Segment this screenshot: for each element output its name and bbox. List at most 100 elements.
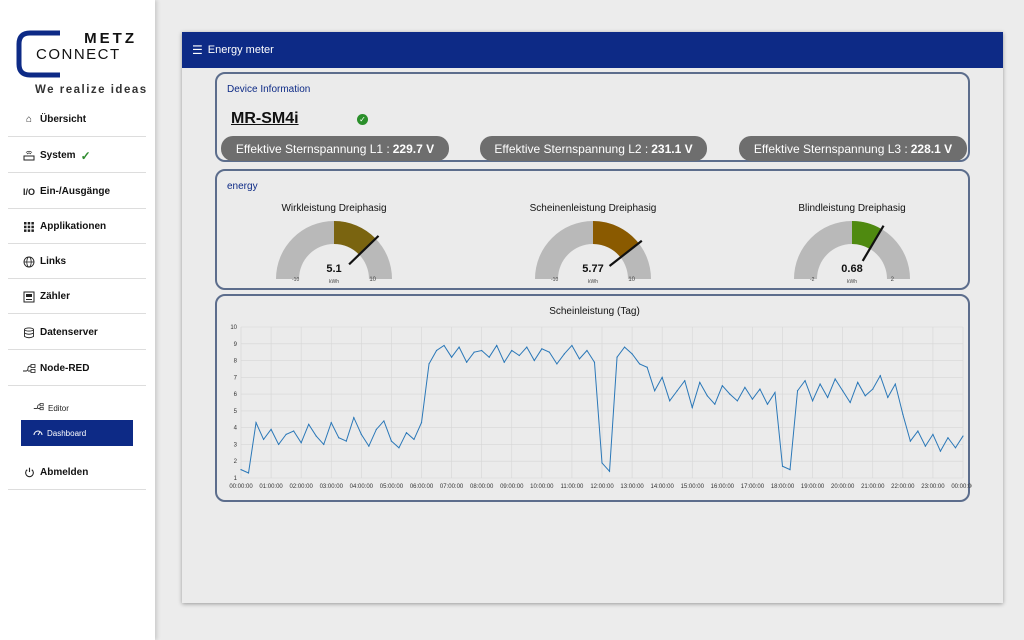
hamburger-icon[interactable]: ☰ xyxy=(192,43,203,57)
sidebar-item-system[interactable]: System ✓ xyxy=(8,139,146,173)
logout-button[interactable]: Abmelden xyxy=(8,456,146,490)
y-tick-label: 5 xyxy=(234,409,238,415)
meter-icon xyxy=(22,290,36,304)
data-point xyxy=(428,363,430,365)
data-point xyxy=(481,349,483,352)
data-point xyxy=(774,391,776,394)
database-icon xyxy=(22,326,36,340)
gauge-blindleistung: Blindleistung Dreiphasig 0.68 kWh -2 2 xyxy=(772,203,932,288)
logo-connect-text: CONNECT xyxy=(36,46,121,63)
sidebar-item-uebersicht[interactable]: ⌂ Übersicht xyxy=(8,103,146,137)
metz-connect-logo[interactable]: METZ CONNECT xyxy=(16,30,141,80)
page-title: Energy meter xyxy=(207,44,274,56)
data-point xyxy=(285,433,287,435)
y-tick-label: 2 xyxy=(234,459,238,465)
sidebar-item-zaehler[interactable]: Zähler xyxy=(8,280,146,314)
data-point xyxy=(450,356,453,358)
node-red-icon xyxy=(22,362,36,376)
data-point xyxy=(796,390,799,392)
data-point xyxy=(699,381,701,383)
data-point xyxy=(368,445,370,447)
node-red-icon xyxy=(33,403,44,413)
data-point xyxy=(413,438,415,441)
gauge-unit: kWh xyxy=(329,279,339,285)
data-point xyxy=(954,447,957,449)
sidebar-item-io[interactable]: I/O Ein-/Ausgänge xyxy=(8,175,146,209)
data-point xyxy=(375,428,377,430)
power-icon xyxy=(22,466,36,480)
data-point xyxy=(917,430,919,432)
data-point xyxy=(736,400,738,402)
x-tick-label: 10:00:00 xyxy=(530,484,554,490)
voltage-l1-pill: Effektive Sternspannung L1 : 229.7 V xyxy=(221,136,449,161)
sidebar-subitem-label: Editor xyxy=(48,403,69,413)
sidebar-item-label: Zähler xyxy=(40,291,71,302)
data-point xyxy=(293,430,295,432)
sidebar-subitem-dashboard[interactable]: Dashboard xyxy=(21,420,133,446)
data-point xyxy=(864,395,866,397)
io-icon: I/O xyxy=(22,186,35,197)
sidebar: METZ CONNECT We realize ideas ⌂ Übersich… xyxy=(0,0,155,640)
data-point xyxy=(849,401,851,404)
gauge-unit: kWh xyxy=(847,279,857,285)
dashboard-panel: ☰ Energy meter Device Information MR-SM4… xyxy=(182,32,1003,603)
y-tick-label: 7 xyxy=(234,375,238,381)
x-tick-label: 22:00:00 xyxy=(891,484,915,490)
data-point xyxy=(751,398,754,400)
data-point xyxy=(503,361,505,363)
data-point xyxy=(962,435,964,437)
data-point xyxy=(578,358,581,360)
energy-card: energy Wirkleistung Dreiphasig 5.1 kWh -… xyxy=(215,169,970,290)
data-point xyxy=(939,450,942,452)
data-point xyxy=(511,349,513,352)
sidebar-item-node-red[interactable]: Node-RED xyxy=(8,352,146,386)
grid-icon xyxy=(22,220,36,234)
device-name: MR-SM4i xyxy=(231,110,299,127)
data-point xyxy=(706,395,708,397)
sidebar-item-label: System xyxy=(40,150,76,161)
data-point xyxy=(834,378,836,380)
card-title: energy xyxy=(227,181,258,192)
voltage-value: 229.7 V xyxy=(392,141,435,156)
check-icon: ✓ xyxy=(80,148,91,163)
logout-label: Abmelden xyxy=(40,467,89,478)
data-point xyxy=(909,440,911,442)
gauge-value: 5.77 xyxy=(582,263,604,275)
data-point xyxy=(488,356,490,358)
sidebar-subitem-editor[interactable]: Editor xyxy=(21,395,133,421)
sidebar-item-datenserver[interactable]: Datenserver xyxy=(8,316,146,350)
data-point xyxy=(405,432,408,434)
sidebar-item-applikationen[interactable]: Applikationen xyxy=(8,210,146,244)
data-point xyxy=(548,351,550,353)
gauge-dial xyxy=(794,221,910,279)
data-point xyxy=(601,462,603,464)
y-tick-label: 4 xyxy=(234,426,238,432)
sidebar-item-label: Übersicht xyxy=(40,114,87,125)
gauge-max: 10 xyxy=(369,277,376,283)
gauge-min: -10 xyxy=(292,277,300,283)
data-point xyxy=(781,465,784,467)
sidebar-item-links[interactable]: Links xyxy=(8,245,146,279)
sidebar-item-label: Applikationen xyxy=(40,221,107,232)
gauge-value: 0.68 xyxy=(841,263,863,275)
data-point xyxy=(563,353,565,355)
data-point xyxy=(879,375,881,377)
line-chart: 1 2 3 4 5 6 7 8 9 10 00:00:00 01:00:00 02:00:00 03:00… xyxy=(229,325,972,490)
data-point xyxy=(518,354,520,357)
data-point xyxy=(353,417,355,419)
data-point xyxy=(819,383,821,385)
x-tick-label: 15:00:00 xyxy=(681,484,705,490)
data-point xyxy=(593,361,596,363)
gauge-min: -2 xyxy=(810,277,815,283)
data-point xyxy=(744,386,746,388)
data-point xyxy=(255,422,257,424)
data-point xyxy=(247,472,250,474)
data-point xyxy=(759,388,761,390)
data-point xyxy=(571,344,573,347)
data-point xyxy=(330,422,332,424)
data-point xyxy=(533,359,535,362)
gauge-max: 2 xyxy=(890,277,894,283)
x-tick-label: 20:00:00 xyxy=(831,484,855,490)
x-tick-label: 03:00:00 xyxy=(320,484,344,490)
x-tick-label: 00:00:00 xyxy=(951,484,972,490)
